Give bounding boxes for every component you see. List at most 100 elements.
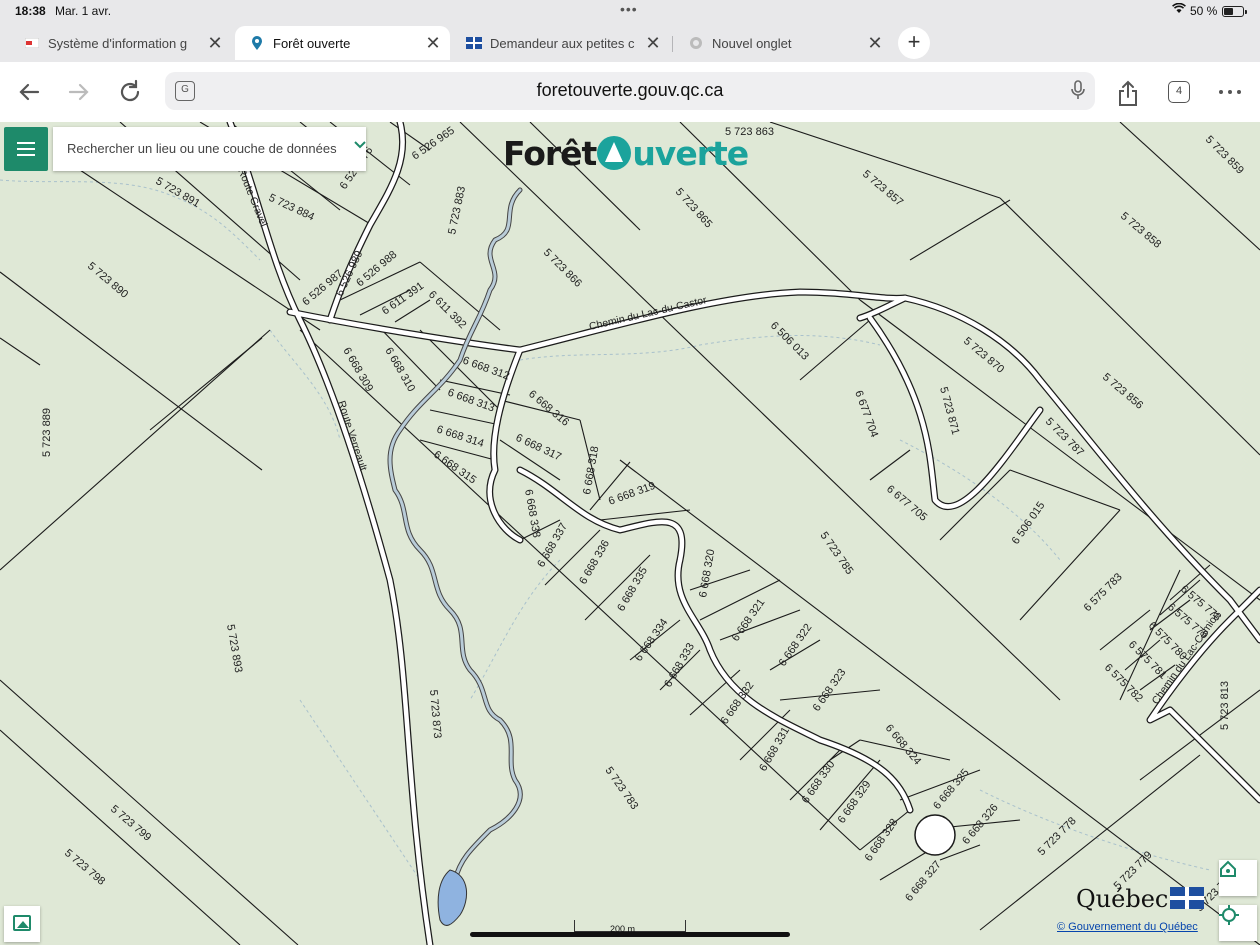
wifi-icon — [1172, 2, 1186, 17]
status-bar: 18:38 Mar. 1 avr. ••• 50 % — [0, 0, 1260, 24]
quebec-flag-favicon-icon — [466, 35, 482, 51]
status-date: Mar. 1 avr. — [55, 4, 112, 18]
share-icon[interactable] — [1114, 79, 1142, 107]
lot-label: 6 668 321 — [730, 597, 768, 644]
lot-label: 5 723 873 — [427, 689, 443, 739]
lot-label: 5 723 785 — [818, 530, 856, 577]
lot-label: 6 668 329 — [836, 779, 874, 826]
lot-label: 5 723 891 — [154, 175, 202, 210]
lot-label: 6 506 013 — [768, 320, 811, 363]
tab-overview-button[interactable]: 4 — [1168, 81, 1190, 103]
lot-label: 6 668 310 — [382, 346, 417, 394]
lot-label: 6 668 336 — [577, 538, 612, 586]
lot-label: 6 668 315 — [431, 449, 478, 487]
lot-label: 5 723 890 — [85, 260, 130, 301]
lot-label: 6 526 965 — [410, 125, 457, 163]
close-tab-icon[interactable]: ✕ — [204, 33, 226, 54]
back-button[interactable] — [15, 79, 43, 107]
battery-percent: 50 % — [1190, 4, 1218, 18]
lot-label: 5 723 884 — [267, 192, 316, 224]
lot-label: 6 668 318 — [581, 445, 601, 495]
search-placeholder: Rechercher un lieu ou une couche de donn… — [67, 141, 337, 156]
lot-label: 6 575 783 — [1082, 571, 1125, 614]
more-options-icon[interactable] — [1216, 79, 1244, 107]
tab-label: Nouvel onglet — [712, 35, 792, 51]
lot-label: 5 723 813 — [1219, 681, 1231, 730]
lot-label: 6 668 317 — [514, 432, 563, 464]
lot-label: 6 575 782 — [1102, 662, 1145, 705]
url-text[interactable]: foretouverte.gouv.qc.ca — [165, 80, 1095, 101]
lot-label: 5 723 857 — [860, 168, 905, 209]
copyright-link[interactable]: © Gouvernement du Québec — [1057, 921, 1198, 933]
lot-label: 5 723 856 — [1100, 371, 1145, 412]
lot-label: 5 723 883 — [446, 185, 468, 235]
address-bar[interactable]: G foretouverte.gouv.qc.ca — [165, 72, 1095, 110]
lot-label: 6 677 704 — [852, 389, 880, 439]
crosshair-icon[interactable] — [1219, 905, 1257, 941]
new-tab-button[interactable]: + — [898, 27, 930, 59]
lot-label: 5 723 871 — [937, 386, 961, 436]
lot-label: 5 723 866 — [541, 247, 584, 290]
tab-label: Demandeur aux petites c — [490, 35, 635, 51]
multitask-dots-icon[interactable]: ••• — [620, 1, 638, 17]
tab-systeme[interactable]: Système d'information g ✕ — [10, 26, 232, 60]
cadastral-map[interactable]: 5 723 863 6 526 965 6 526 976 5 723 891 … — [0, 122, 1260, 945]
tab-foret-ouverte[interactable]: Forêt ouverte ✕ — [235, 26, 450, 60]
microphone-icon[interactable] — [1071, 80, 1085, 105]
lot-label: 6 575 781 — [1126, 639, 1169, 682]
lot-label: 6 668 331 — [757, 725, 792, 773]
lot-label: 6 668 319 — [607, 480, 657, 508]
lot-label: 5 723 858 — [1118, 210, 1163, 251]
lot-label: 5 723 865 — [673, 186, 715, 230]
tab-label: Système d'information g — [48, 35, 188, 51]
lot-label: 6 668 320 — [697, 548, 717, 598]
map-view[interactable]: 5 723 863 6 526 965 6 526 976 5 723 891 … — [0, 122, 1260, 945]
globe-favicon-icon — [688, 35, 704, 51]
tab-label: Forêt ouverte — [273, 35, 351, 51]
lot-label: 5 723 783 — [603, 765, 641, 812]
tree-icon — [597, 136, 632, 170]
browser-toolbar: G foretouverte.gouv.qc.ca 4 — [0, 62, 1260, 122]
lot-label: 6 668 325 — [931, 767, 972, 812]
lot-label: 5 723 778 — [1036, 815, 1079, 858]
close-tab-icon[interactable]: ✕ — [422, 33, 444, 54]
lot-label: 5 723 893 — [224, 623, 244, 673]
tab-nouvel-onglet[interactable]: Nouvel onglet ✕ — [674, 26, 892, 60]
lot-label: 6 668 324 — [883, 722, 924, 767]
lot-label: 6 668 330 — [800, 759, 838, 806]
tab-separator — [672, 36, 673, 52]
image-layers-icon[interactable] — [4, 906, 40, 942]
lot-label: 6 611 391 — [380, 280, 426, 317]
lot-label: 5 723 787 — [1043, 416, 1086, 459]
lot-label: 6 668 326 — [960, 802, 1001, 847]
reload-button[interactable] — [116, 79, 144, 107]
lot-label: 5 723 799 — [108, 803, 153, 844]
lot-label: 6 611 392 — [426, 289, 469, 332]
lot-label: 6 677 705 — [884, 483, 929, 524]
home-indicator[interactable] — [470, 932, 790, 937]
status-time: 18:38 — [15, 4, 46, 18]
search-input[interactable]: Rechercher un lieu ou une couche de donn… — [53, 127, 366, 171]
lot-label: 6 668 328 — [863, 817, 901, 864]
forward-button[interactable] — [65, 79, 93, 107]
lot-label: 6 668 327 — [903, 859, 944, 904]
lot-label: 6 668 338 — [522, 488, 542, 538]
tab-demandeur[interactable]: Demandeur aux petites c ✕ — [452, 26, 670, 60]
quebec-logo: Québec — [1076, 885, 1205, 913]
hamburger-icon[interactable] — [4, 127, 48, 171]
lot-label: 5 723 798 — [62, 847, 107, 888]
lot-label: 6 668 322 — [777, 622, 815, 669]
tab-strip: Système d'information g ✕ Forêt ouverte … — [0, 24, 1260, 62]
quebec-flag-icon — [1170, 887, 1205, 909]
lot-label: 5 723 889 — [41, 408, 53, 457]
lot-label: 6 668 309 — [340, 346, 375, 394]
foret-ouverte-logo: Forêt uverte — [503, 134, 749, 173]
close-tab-icon[interactable]: ✕ — [864, 33, 886, 54]
home-icon[interactable] — [1219, 860, 1257, 896]
close-tab-icon[interactable]: ✕ — [642, 33, 664, 54]
flag-favicon-icon — [24, 35, 40, 51]
battery-icon — [1222, 6, 1247, 17]
lot-label: 6 668 323 — [811, 667, 849, 714]
map-pin-favicon-icon — [249, 35, 265, 51]
lot-label: 5 723 859 — [1203, 134, 1246, 177]
